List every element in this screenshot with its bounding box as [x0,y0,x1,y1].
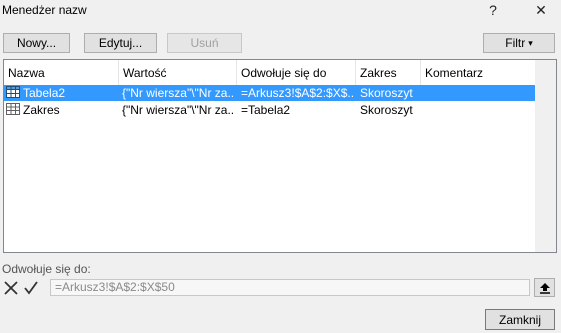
cancel-edit-button[interactable] [1,278,20,297]
row-value: {"Nr wiersza"\"Nr za... [122,103,234,117]
close-button[interactable]: Zamknij [485,309,555,330]
table-row[interactable]: Tabela2 {"Nr wiersza"\"Nr za... =Arkusz3… [4,85,535,101]
names-list[interactable]: Nazwa Wartość Odwołuje się do Zakres Kom… [3,59,536,253]
column-header-scope[interactable]: Zakres [356,60,421,86]
row-name: Tabela2 [23,86,66,100]
edit-button[interactable]: Edytuj... [84,33,157,53]
checkmark-icon [23,280,38,294]
collapse-dialog-button[interactable] [534,278,555,297]
close-button-label: Zamknij [498,312,541,327]
new-button[interactable]: Nowy... [3,33,70,53]
table-icon [6,86,20,98]
vertical-scrollbar[interactable] [535,59,557,253]
close-window-button[interactable]: ✕ [527,0,555,20]
confirm-edit-button[interactable] [21,278,40,297]
row-refers-to: =Arkusz3!$A$2:$X$... [241,86,353,100]
column-header-value[interactable]: Wartość [119,60,237,86]
range-icon [6,103,20,115]
cancel-x-icon [3,280,18,295]
column-header-comment[interactable]: Komentarz [421,60,535,86]
row-refers-to: =Tabela2 [241,103,291,117]
collapse-arrow-icon [539,282,550,294]
chevron-down-icon: ▾ [528,37,533,48]
window-title: Menedżer nazw [2,3,87,17]
table-row[interactable]: Zakres {"Nr wiersza"\"Nr za... =Tabela2 … [4,102,535,118]
row-scope: Skoroszyt [360,103,413,117]
row-name: Zakres [23,103,60,117]
delete-button-label: Usuń [190,36,219,50]
filter-button[interactable]: Filtr ▾ [483,33,555,53]
delete-button[interactable]: Usuń [167,33,242,53]
column-header-name[interactable]: Nazwa [4,60,119,86]
help-button[interactable]: ? [479,0,507,20]
new-button-label: Nowy... [16,36,57,50]
refers-to-label: Odwołuje się do: [2,262,91,276]
edit-button-label: Edytuj... [98,36,143,50]
filter-button-label: Filtr [505,36,526,50]
refers-to-input[interactable]: =Arkusz3!$A$2:$X$50 [50,279,530,296]
row-value: {"Nr wiersza"\"Nr za... [122,86,234,100]
column-header-refers-to[interactable]: Odwołuje się do [237,60,356,86]
row-scope: Skoroszyt [360,86,413,100]
